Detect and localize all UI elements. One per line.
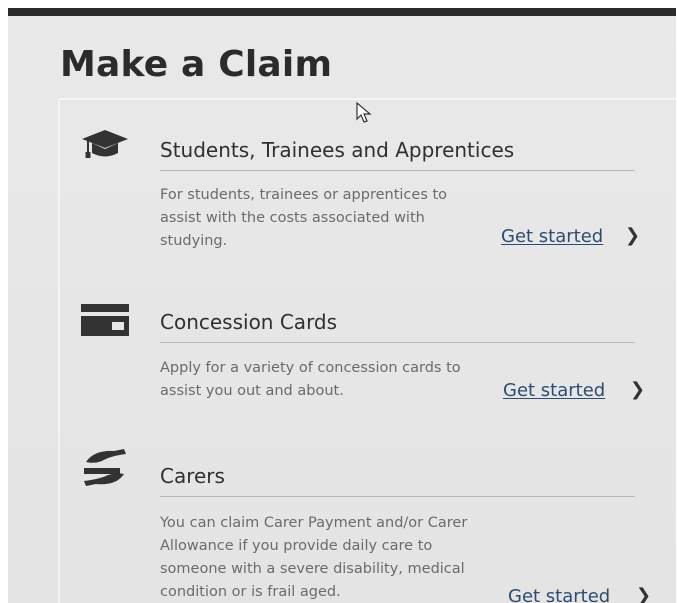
page-title: Make a Claim [60,44,333,85]
claim-title: Students, Trainees and Apprentices [160,138,635,171]
claim-title: Carers [160,464,635,497]
get-started-link-carers[interactable]: Get started [508,586,610,603]
card-icon [81,304,129,336]
screen: Make a Claim Students, Trainees and Appr… [8,8,676,603]
chevron-right-icon[interactable]: ❯ [636,585,651,603]
top-bezel [8,8,676,16]
graduation-cap-icon [82,130,128,158]
caring-hands-icon [84,449,126,486]
claim-description: For students, trainees or apprentices to… [160,187,448,249]
chevron-right-icon[interactable]: ❯ [625,225,640,246]
get-started-link-students[interactable]: Get started [501,226,603,247]
claim-title: Concession Cards [160,310,635,343]
chevron-right-icon[interactable]: ❯ [630,379,645,400]
claim-description: You can claim Carer Payment and/or Carer… [160,515,468,600]
claim-description: Apply for a variety of concession cards … [160,360,461,399]
claims-panel: Students, Trainees and Apprentices For s… [58,98,676,603]
get-started-link-concession-cards[interactable]: Get started [503,380,605,401]
